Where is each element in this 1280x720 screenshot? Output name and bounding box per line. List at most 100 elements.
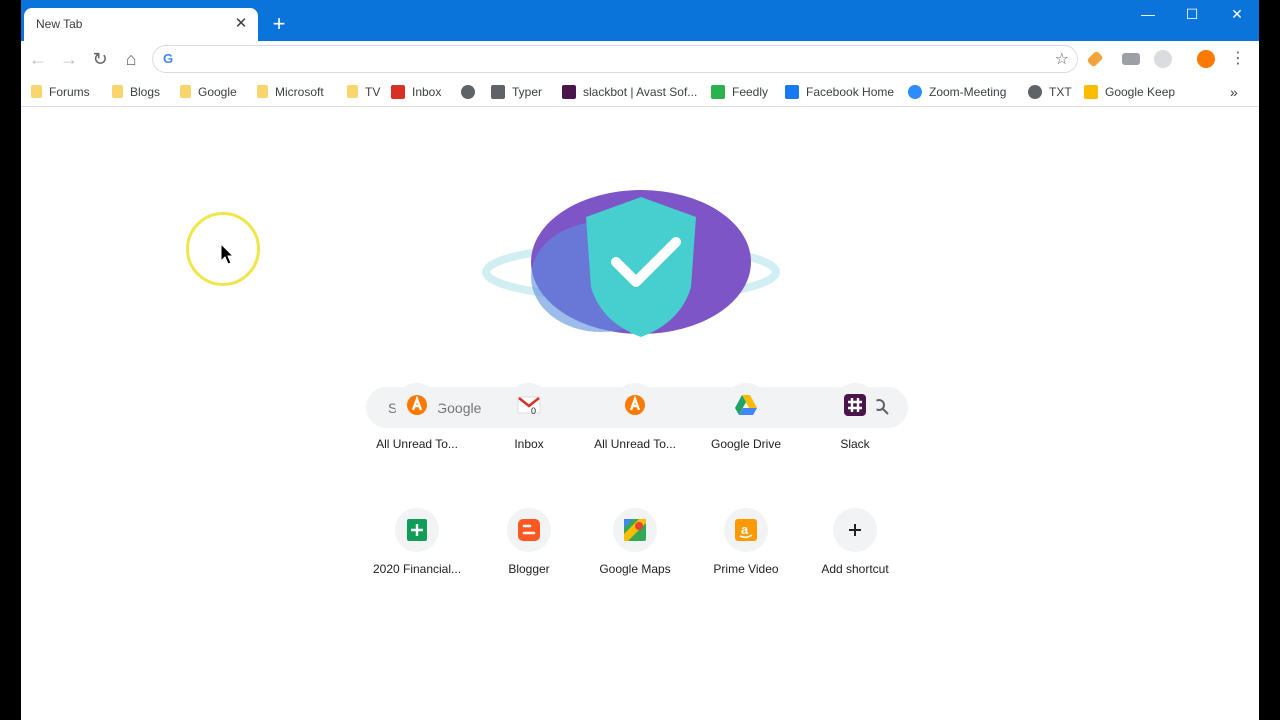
slack-icon bbox=[833, 383, 877, 427]
gmail-icon: 0 bbox=[507, 383, 551, 427]
folder-icon bbox=[347, 85, 358, 98]
bookmark-label: Blogs bbox=[130, 84, 161, 99]
folder-icon bbox=[112, 85, 123, 98]
facebook-icon bbox=[785, 84, 799, 99]
shortcut-tile[interactable]: All Unread To... bbox=[579, 369, 691, 481]
shortcut-label: All Unread To... bbox=[376, 437, 458, 451]
maps-icon bbox=[613, 508, 657, 552]
shortcut-label: Blogger bbox=[508, 562, 550, 576]
shortcut-tile[interactable]: Google Drive bbox=[690, 369, 802, 481]
tab-close-icon[interactable]: ✕ bbox=[232, 15, 250, 33]
shortcut-label: Google Drive bbox=[710, 437, 782, 451]
sheets-icon bbox=[395, 508, 439, 552]
gmail-icon bbox=[391, 84, 405, 99]
new-tab-plus-icon[interactable]: + bbox=[267, 12, 291, 36]
shortcut-tile[interactable]: Google Maps bbox=[579, 494, 691, 606]
avast-shield-illustration bbox=[482, 190, 780, 337]
typer-icon bbox=[491, 84, 505, 99]
toolbar: ← → ↻ ⌂ G ☆ ⋮ bbox=[21, 41, 1259, 77]
bookmark-item[interactable]: Facebook Home bbox=[785, 81, 894, 102]
folder-icon bbox=[31, 85, 42, 98]
bookmark-item[interactable]: Feedly bbox=[711, 81, 768, 102]
feedly-icon bbox=[711, 84, 725, 99]
bookmark-item[interactable]: Typer bbox=[491, 81, 542, 102]
bookmarks-overflow-icon[interactable]: » bbox=[1230, 81, 1238, 102]
bookmark-label: Google Keep bbox=[1105, 84, 1176, 99]
bookmark-label: Facebook Home bbox=[806, 84, 895, 99]
bookmark-item[interactable]: TV bbox=[347, 81, 380, 102]
minimize-icon[interactable]: — bbox=[1136, 4, 1160, 24]
add-shortcut-tile[interactable]: Add shortcut bbox=[799, 494, 911, 606]
zoom-icon bbox=[908, 84, 922, 99]
tab-title: New Tab bbox=[36, 17, 83, 31]
globe-icon bbox=[1028, 84, 1042, 99]
shortcut-label: Prime Video bbox=[713, 562, 779, 576]
shortcut-tile[interactable]: a Prime Video bbox=[690, 494, 802, 606]
bookmark-label: Typer bbox=[512, 84, 543, 99]
video-extension-icon[interactable] bbox=[1122, 53, 1140, 65]
svg-text:0: 0 bbox=[531, 406, 536, 415]
bookmarks-bar: Forums Blogs Google Microsoft TV Inbox Typer sl… bbox=[21, 77, 1259, 107]
google-g-icon: G bbox=[163, 51, 174, 66]
bookmark-label: Forums bbox=[49, 84, 90, 99]
drive-icon bbox=[724, 383, 768, 427]
keep-icon bbox=[1084, 84, 1098, 99]
reload-icon[interactable]: ↻ bbox=[89, 48, 111, 70]
shortcut-label: Slack bbox=[840, 437, 870, 451]
shortcut-label: Add shortcut bbox=[821, 562, 889, 576]
shortcut-tile[interactable]: Slack bbox=[799, 369, 911, 481]
shortcut-tile[interactable]: All Unread To... bbox=[361, 369, 473, 481]
bookmark-label: TV bbox=[365, 84, 381, 99]
bookmark-label: slackbot | Avast Sof... bbox=[583, 84, 698, 99]
plus-icon bbox=[833, 508, 877, 552]
slack-icon bbox=[562, 84, 576, 99]
shortcut-tile[interactable]: Blogger bbox=[473, 494, 585, 606]
bookmark-label: TXT bbox=[1049, 84, 1072, 99]
shortcut-label: 2020 Financial... bbox=[372, 562, 462, 576]
close-window-icon[interactable]: ✕ bbox=[1225, 4, 1249, 24]
back-icon[interactable]: ← bbox=[27, 48, 49, 70]
bookmark-item[interactable]: TXT bbox=[1028, 81, 1072, 102]
avast-icon bbox=[395, 383, 439, 427]
title-bar: New Tab ✕ + — ☐ ✕ bbox=[21, 0, 1259, 41]
bookmark-label: Feedly bbox=[732, 84, 769, 99]
mouse-cursor-icon bbox=[220, 243, 234, 265]
omnibox[interactable]: G ☆ bbox=[152, 45, 1078, 73]
key-extension-icon[interactable] bbox=[1086, 50, 1104, 68]
folder-icon bbox=[180, 85, 191, 98]
menu-icon[interactable]: ⋮ bbox=[1227, 48, 1249, 70]
globe-icon bbox=[461, 84, 475, 99]
avast-icon bbox=[613, 383, 657, 427]
shortcut-label: Google Maps bbox=[599, 562, 671, 576]
bookmark-label: Inbox bbox=[412, 84, 442, 99]
bookmark-item[interactable] bbox=[461, 81, 482, 102]
avast-extension-icon[interactable] bbox=[1197, 50, 1215, 68]
folder-icon bbox=[257, 85, 268, 98]
forward-icon[interactable]: → bbox=[58, 48, 80, 70]
bookmark-item[interactable]: Inbox bbox=[391, 81, 441, 102]
bookmark-item[interactable]: Google Keep bbox=[1084, 81, 1175, 102]
new-tab-page: All Unread To... 0 Inbox All Unread To... Go… bbox=[21, 107, 1259, 720]
bookmark-item[interactable]: Blogs bbox=[112, 81, 160, 102]
amazon-icon: a bbox=[724, 508, 768, 552]
bookmark-star-icon[interactable]: ☆ bbox=[1055, 49, 1069, 69]
shortcut-label: Inbox bbox=[514, 437, 544, 451]
shortcut-tile[interactable]: 0 Inbox bbox=[473, 369, 585, 481]
bookmark-item[interactable]: Microsoft bbox=[257, 81, 324, 102]
omnibox-input[interactable] bbox=[185, 49, 1029, 71]
browser-window: New Tab ✕ + — ☐ ✕ ← → ↻ ⌂ G ☆ ⋮ Forums Bl… bbox=[21, 0, 1259, 720]
bookmark-label: Google bbox=[198, 84, 237, 99]
shortcut-label: All Unread To... bbox=[594, 437, 676, 451]
bookmark-label: Microsoft bbox=[275, 84, 324, 99]
bookmark-item[interactable]: slackbot | Avast Sof... bbox=[562, 81, 697, 102]
home-icon[interactable]: ⌂ bbox=[120, 48, 142, 70]
svg-text:a: a bbox=[741, 522, 749, 537]
shortcut-tile[interactable]: 2020 Financial... bbox=[361, 494, 473, 606]
adblock-extension-icon[interactable] bbox=[1154, 50, 1172, 68]
bookmark-item[interactable]: Google bbox=[180, 81, 237, 102]
tab-new-tab[interactable]: New Tab ✕ bbox=[24, 8, 258, 41]
bookmark-item[interactable]: Forums bbox=[31, 81, 90, 102]
maximize-icon[interactable]: ☐ bbox=[1180, 4, 1204, 24]
blogger-icon bbox=[507, 508, 551, 552]
bookmark-item[interactable]: Zoom-Meeting bbox=[908, 81, 1006, 102]
